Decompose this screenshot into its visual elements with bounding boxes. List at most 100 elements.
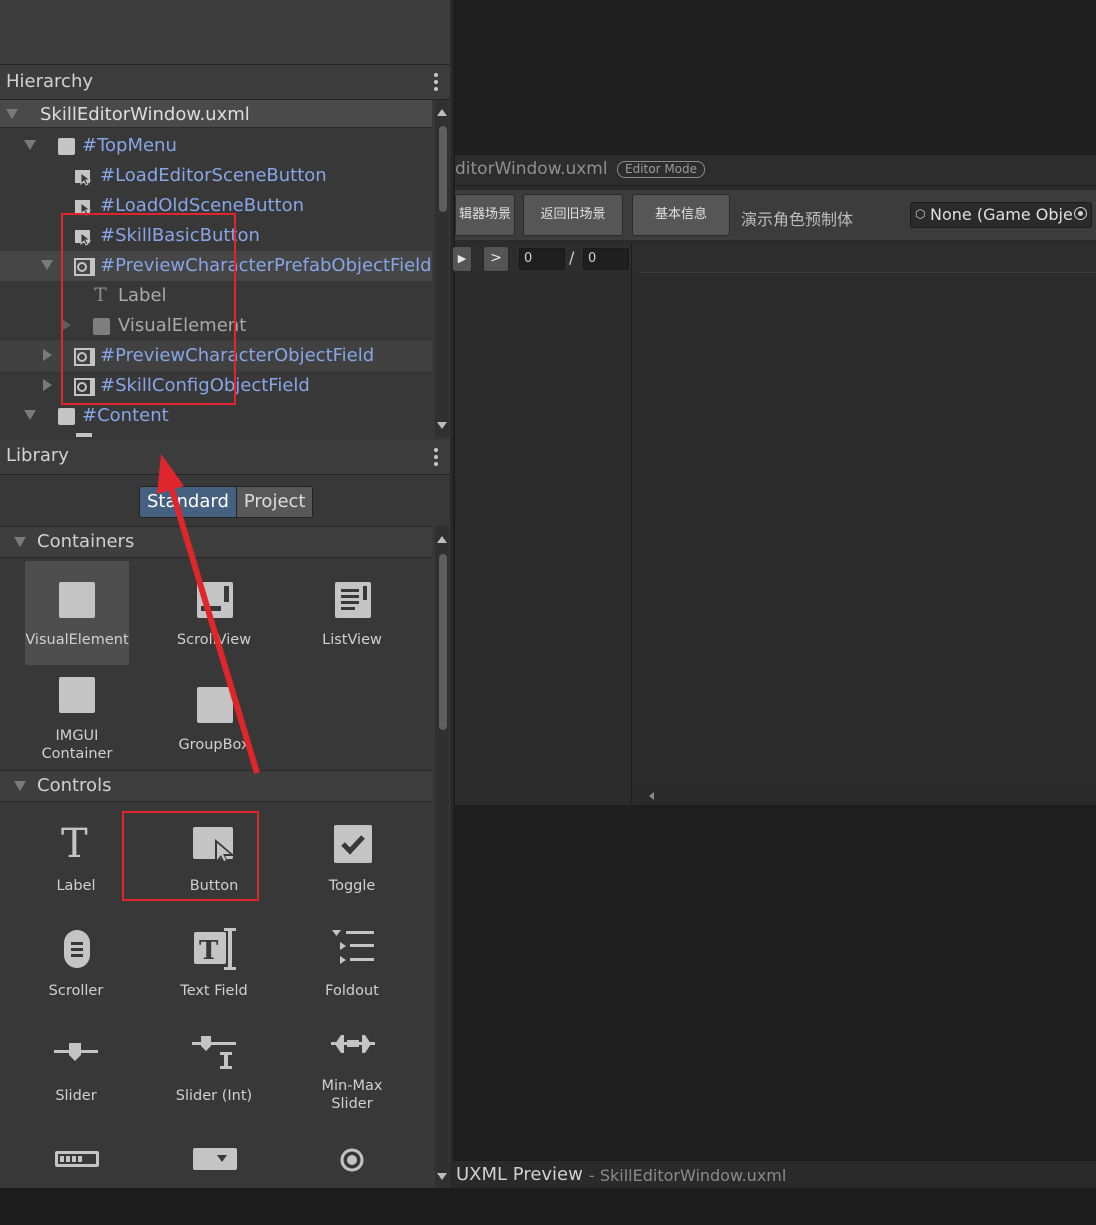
library-title: Library	[6, 445, 69, 466]
expand-arrow-icon[interactable]	[24, 410, 36, 420]
dropdown-icon	[193, 1148, 237, 1174]
hierarchy-title: Hierarchy	[6, 71, 94, 92]
expand-arrow-icon[interactable]	[6, 109, 18, 119]
library-item-radio-button[interactable]	[300, 1131, 404, 1188]
category-title: Controls	[37, 775, 112, 796]
editor-mode-badge[interactable]: Editor Mode	[617, 161, 706, 178]
tile-label: Slider (Int)	[175, 1088, 253, 1104]
library-item-foldout[interactable]: Foldout	[300, 921, 404, 1025]
visual-element-icon	[58, 408, 75, 425]
button-icon	[75, 168, 92, 186]
scroll-down-icon[interactable]	[437, 1173, 447, 1180]
top-strip	[0, 0, 450, 65]
panel-splitter[interactable]	[450, 0, 453, 1188]
tile-label: Min-Max Slider	[321, 1078, 383, 1112]
hierarchy-menu-icon[interactable]	[434, 73, 438, 94]
uxml-preview-title: UXML Preview	[456, 1164, 583, 1185]
timeline-splitter[interactable]	[631, 243, 632, 803]
frame-separator: /	[569, 248, 575, 267]
library-item-imgui-container[interactable]: IMGUI Container	[25, 666, 129, 770]
scroller-icon	[64, 930, 90, 972]
scroll-up-icon[interactable]	[437, 109, 447, 116]
scroll-down-icon[interactable]	[437, 422, 447, 429]
category-title: Containers	[37, 531, 135, 552]
tree-root-row[interactable]: SkillEditorWindow.uxml	[0, 100, 432, 128]
tile-label: Foldout	[325, 983, 379, 999]
load-editor-scene-button[interactable]: 辑器场景	[455, 194, 515, 236]
uxml-preview-bar[interactable]: UXML Preview - SkillEditorWindow.uxml	[453, 1160, 1096, 1189]
library-scrollbar[interactable]	[435, 526, 449, 1188]
expand-arrow-icon[interactable]	[14, 781, 26, 791]
object-field-value: None (Game Obje	[930, 205, 1073, 224]
expand-arrow-icon[interactable]	[43, 349, 52, 361]
slider-icon	[54, 1041, 98, 1069]
playback-controls: ▶ > 0 / 0	[453, 243, 1096, 273]
highlight-box-hierarchy	[61, 213, 236, 405]
tile-label: Slider	[55, 1088, 97, 1104]
library-item-slider-int[interactable]: Slider (Int)	[162, 1026, 266, 1130]
canvas-header: ditorWindow.uxml Editor Mode	[455, 155, 1096, 186]
imgui-container-icon	[59, 677, 95, 713]
text-field-icon: T	[192, 928, 238, 974]
next-frame-button[interactable]: >	[483, 246, 509, 272]
library-menu-icon[interactable]	[434, 448, 438, 469]
library-item-scroller[interactable]: Scroller	[24, 921, 128, 1025]
expand-arrow-icon[interactable]	[43, 379, 52, 391]
tile-label: Scroller	[48, 983, 104, 999]
library-item-text-field[interactable]: T Text Field	[162, 921, 266, 1025]
load-old-scene-button[interactable]: 返回旧场景	[523, 194, 623, 236]
play-button[interactable]: ▶	[453, 246, 472, 272]
library-item-visualelement[interactable]: VisualElement	[25, 561, 129, 665]
checkbox-icon	[334, 825, 372, 867]
skill-basic-button[interactable]: 基本信息	[632, 194, 730, 236]
library-item-min-max-slider[interactable]: Min-Max Slider	[300, 1026, 404, 1130]
scroll-thumb[interactable]	[439, 554, 447, 730]
hierarchy-scrollbar[interactable]	[435, 100, 449, 437]
expand-arrow-icon[interactable]	[14, 537, 26, 547]
timeline-horizontal-scrollbar[interactable]	[633, 788, 1096, 804]
tile-label: VisualElement	[25, 632, 129, 648]
timeline-divider	[640, 272, 1096, 273]
tile-label: Text Field	[180, 983, 248, 999]
expand-arrow-icon[interactable]	[41, 260, 53, 270]
scroll-up-icon[interactable]	[437, 536, 447, 543]
tile-label: ListView	[322, 632, 382, 648]
progress-bar-icon	[55, 1151, 99, 1171]
highlight-box-button	[122, 811, 259, 901]
visual-element-icon	[76, 433, 92, 437]
bottom-strip	[0, 1188, 1096, 1225]
library-item-dropdown[interactable]	[162, 1131, 266, 1188]
scroll-left-icon[interactable]	[649, 792, 654, 800]
text-icon: T	[61, 821, 88, 867]
library-item-listview[interactable]: ListView	[300, 561, 404, 665]
tree-row-topmenu[interactable]: #TopMenu	[0, 131, 432, 161]
foldout-icon	[332, 930, 374, 972]
min-max-slider-icon	[331, 1034, 375, 1058]
prefab-field-label: 演示角色预制体	[741, 210, 854, 229]
tree-row-content[interactable]: #Content	[0, 401, 432, 431]
tree-row-label: #LoadEditorSceneButton	[100, 165, 327, 186]
list-view-icon	[335, 582, 371, 622]
current-frame-field[interactable]: 0	[519, 248, 565, 270]
tree-row-load-editor-scene-button[interactable]: #LoadEditorSceneButton	[0, 161, 432, 191]
library-item-progress-bar[interactable]	[24, 1131, 128, 1188]
tile-label: Label	[56, 878, 96, 894]
tree-row-label: #Content	[82, 405, 169, 426]
total-frames-field[interactable]: 0	[583, 248, 629, 270]
annotation-arrow-icon	[157, 454, 260, 774]
expand-arrow-icon[interactable]	[24, 140, 36, 150]
root-label: SkillEditorWindow.uxml	[40, 104, 250, 125]
visual-element-icon	[59, 582, 95, 618]
slider-int-icon	[192, 1036, 236, 1074]
library-item-toggle[interactable]: Toggle	[300, 816, 404, 920]
svg-text:T: T	[199, 936, 219, 966]
radio-button-icon	[340, 1148, 364, 1176]
cube-icon: ⬡	[915, 207, 926, 221]
object-picker-icon[interactable]	[1074, 207, 1087, 220]
library-item-slider[interactable]: Slider	[24, 1026, 128, 1130]
uxml-preview-file: - SkillEditorWindow.uxml	[589, 1166, 787, 1185]
library-item-label[interactable]: T Label	[24, 816, 128, 920]
visual-element-icon	[58, 138, 75, 155]
preview-character-object-field[interactable]: ⬡ None (Game Obje	[910, 202, 1092, 228]
scroll-thumb[interactable]	[439, 126, 447, 212]
